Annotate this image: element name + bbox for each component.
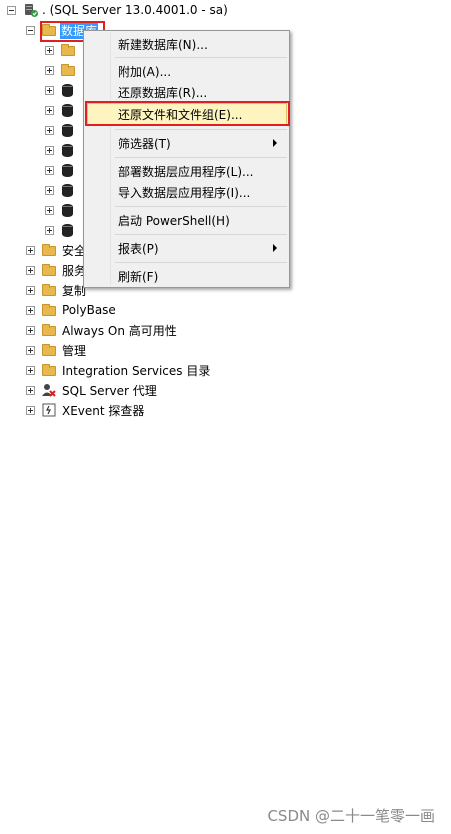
- menu-item-label: 筛选器(T): [118, 136, 171, 151]
- expand-icon[interactable]: [26, 326, 35, 335]
- folder-icon: [42, 244, 56, 256]
- watermark: CSDN @二十一笔零一画: [267, 807, 435, 825]
- tree-item-label: Integration Services 目录: [62, 363, 211, 378]
- expand-icon[interactable]: [26, 246, 35, 255]
- menu-separator: [115, 262, 287, 263]
- server-label: . (SQL Server 13.0.4001.0 - sa): [42, 3, 228, 17]
- expand-icon[interactable]: [26, 286, 35, 295]
- server-node[interactable]: . (SQL Server 13.0.4001.0 - sa): [0, 0, 260, 20]
- expand-icon[interactable]: [26, 366, 35, 375]
- restore-files-callout-box: [85, 101, 290, 126]
- expand-icon[interactable]: [26, 386, 35, 395]
- database-icon: [62, 104, 73, 117]
- expand-icon[interactable]: [45, 66, 54, 75]
- tree-item-always-on[interactable]: Always On 高可用性: [0, 320, 220, 340]
- menu-item-restore-database[interactable]: 还原数据库(R)...: [87, 81, 287, 103]
- server-icon: [23, 2, 39, 21]
- folder-icon: [61, 64, 75, 76]
- expand-icon[interactable]: [26, 406, 35, 415]
- menu-separator: [115, 206, 287, 207]
- tree-item-label: 管理: [62, 343, 87, 358]
- expand-icon[interactable]: [45, 206, 54, 215]
- tree-item-server-objects[interactable]: 服务: [0, 260, 86, 280]
- menu-item-import-data-tier[interactable]: 导入数据层应用程序(I)...: [87, 181, 287, 203]
- tree-item-management[interactable]: 管理: [0, 340, 200, 360]
- folder-icon: [42, 344, 56, 356]
- expand-icon[interactable]: [45, 186, 54, 195]
- menu-separator: [115, 129, 287, 130]
- expand-icon[interactable]: [45, 106, 54, 115]
- expand-icon[interactable]: [45, 46, 54, 55]
- expand-icon[interactable]: [45, 126, 54, 135]
- menu-item-label: 还原数据库(R)...: [118, 85, 208, 100]
- tree-item-polybase[interactable]: PolyBase: [0, 300, 200, 320]
- folder-icon: [42, 364, 56, 376]
- context-menu: 新建数据库(N)... 附加(A)... 还原数据库(R)... 还原文件和文件…: [83, 30, 290, 288]
- folder-icon: [61, 44, 75, 56]
- expand-icon[interactable]: [26, 266, 35, 275]
- database-icon: [62, 204, 73, 217]
- database-icon: [62, 124, 73, 137]
- tree-item-security[interactable]: 安全: [0, 240, 86, 260]
- menu-item-label: 启动 PowerShell(H): [118, 213, 230, 228]
- tree-item-label: XEvent 探查器: [62, 403, 145, 418]
- xevent-icon: [42, 403, 56, 420]
- tree-item-replication[interactable]: 复制: [0, 280, 86, 300]
- database-icon: [62, 164, 73, 177]
- database-icon: [62, 144, 73, 157]
- database-icon: [62, 224, 73, 237]
- menu-item-filter[interactable]: 筛选器(T): [87, 132, 287, 154]
- expand-icon[interactable]: [26, 306, 35, 315]
- menu-item-refresh[interactable]: 刷新(F): [87, 265, 287, 287]
- expand-icon[interactable]: [45, 226, 54, 235]
- tree-item-integration-services[interactable]: Integration Services 目录: [0, 360, 240, 380]
- menu-separator: [115, 57, 287, 58]
- submenu-arrow-icon: [273, 139, 277, 147]
- collapse-server-icon[interactable]: [7, 6, 16, 15]
- menu-item-deploy-data-tier[interactable]: 部署数据层应用程序(L)...: [87, 160, 287, 182]
- menu-item-label: 部署数据层应用程序(L)...: [118, 164, 254, 179]
- agent-icon: [41, 382, 57, 401]
- expand-icon[interactable]: [45, 166, 54, 175]
- menu-item-attach[interactable]: 附加(A)...: [87, 60, 287, 82]
- database-icon: [62, 184, 73, 197]
- folder-icon: [42, 284, 56, 296]
- tree-item-xevent-profiler[interactable]: XEvent 探查器: [0, 400, 220, 420]
- menu-separator: [115, 234, 287, 235]
- tree-item-sql-agent[interactable]: SQL Server 代理: [0, 380, 220, 400]
- menu-item-label: 刷新(F): [118, 269, 159, 284]
- submenu-arrow-icon: [273, 244, 277, 252]
- tree-item-label: Always On 高可用性: [62, 323, 177, 338]
- menu-item-new-database[interactable]: 新建数据库(N)...: [87, 33, 287, 55]
- tree-item-label: PolyBase: [62, 303, 116, 317]
- expand-icon[interactable]: [45, 146, 54, 155]
- database-icon: [62, 84, 73, 97]
- folder-icon: [42, 304, 56, 316]
- menu-item-label: 附加(A)...: [118, 64, 172, 79]
- collapse-databases-icon[interactable]: [26, 26, 35, 35]
- menu-item-reports[interactable]: 报表(P): [87, 237, 287, 259]
- tree-item-label: SQL Server 代理: [62, 383, 157, 398]
- folder-icon: [42, 324, 56, 336]
- expand-icon[interactable]: [26, 346, 35, 355]
- menu-item-label: 新建数据库(N)...: [118, 37, 208, 52]
- menu-item-label: 导入数据层应用程序(I)...: [118, 185, 251, 200]
- menu-separator: [115, 157, 287, 158]
- menu-item-start-powershell[interactable]: 启动 PowerShell(H): [87, 209, 287, 231]
- folder-icon: [42, 264, 56, 276]
- menu-item-label: 报表(P): [118, 241, 159, 256]
- expand-icon[interactable]: [45, 86, 54, 95]
